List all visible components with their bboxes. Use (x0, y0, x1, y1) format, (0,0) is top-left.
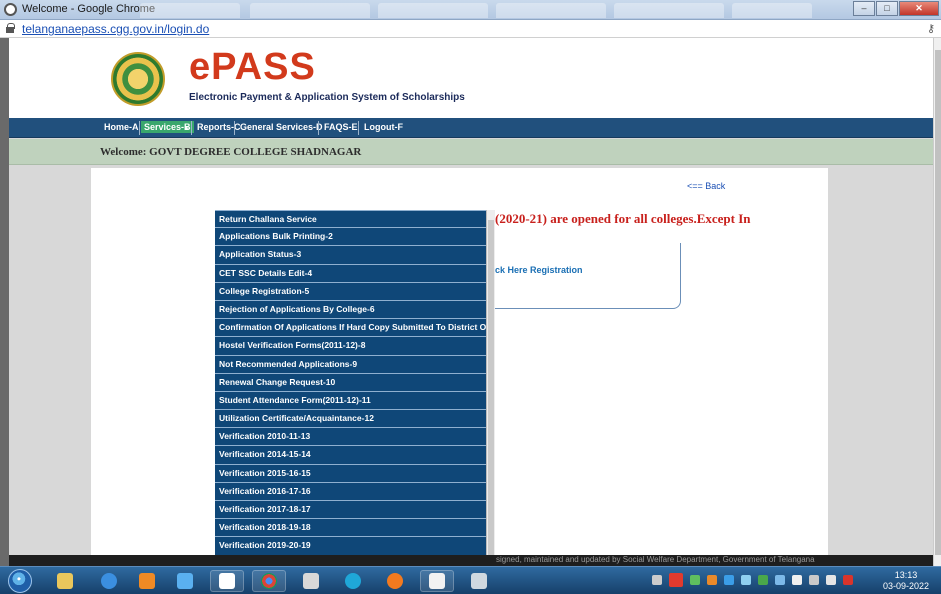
brand-title: ePASS (189, 46, 316, 88)
volume-icon[interactable] (826, 575, 836, 585)
notice-text: (2020-21) are opened for all colleges.Ex… (495, 211, 751, 226)
maximize-button[interactable]: □ (876, 1, 898, 16)
services-menu-item[interactable]: Verification 2017-18-17 (215, 501, 486, 520)
site-header: ePASS Electronic Payment & Application S… (9, 38, 933, 118)
services-menu-item[interactable]: Application Status-3 (215, 246, 486, 265)
taskbar-clock[interactable]: 13:13 03-09-2022 (883, 570, 929, 592)
antivirus-icon[interactable] (843, 575, 853, 585)
tray-icon[interactable] (758, 575, 768, 585)
key-icon[interactable]: ⚷ (927, 22, 935, 35)
welcome-text: Welcome: GOVT DEGREE COLLEGE SHADNAGAR (100, 146, 362, 158)
clock-time: 13:13 (894, 570, 918, 580)
brand-tagline: Electronic Payment & Application System … (189, 92, 465, 103)
tray-icon[interactable] (652, 575, 662, 585)
calculator-icon[interactable] (294, 570, 328, 592)
nav-logout[interactable]: Logout-F (361, 121, 406, 133)
services-menu-item[interactable]: Applications Bulk Printing-2 (215, 228, 486, 247)
services-dropdown-menu: Return Challana Service Applications Bulk… (215, 210, 486, 566)
tray-icon[interactable] (741, 575, 751, 585)
services-menu-item[interactable]: Verification 2016-17-16 (215, 482, 486, 501)
tray-icon[interactable] (707, 575, 717, 585)
paint-icon[interactable] (462, 570, 496, 592)
services-menu-item[interactable]: Rejection of Applications By College-6 (215, 300, 486, 320)
address-bar[interactable]: telanganaepass.cgg.gov.in/login.do ⚷ (0, 20, 941, 38)
services-menu-item[interactable]: Confirmation Of Applications If Hard Cop… (215, 319, 486, 338)
nav-separator (191, 121, 192, 135)
start-button[interactable] (8, 569, 32, 593)
telangana-emblem-logo (111, 52, 165, 106)
clock-date: 03-09-2022 (882, 581, 929, 591)
page-footer: signed, maintained and updated by Social… (9, 555, 933, 566)
lock-icon (6, 23, 15, 33)
services-menu-item[interactable]: Verification 2019-20-19 (215, 537, 486, 556)
nav-home[interactable]: Home-A (101, 121, 142, 133)
menu-scrollbar[interactable] (486, 210, 495, 566)
window-title: Welcome - Google Chrome (22, 3, 156, 15)
system-tray (652, 573, 853, 587)
media-player-icon[interactable] (130, 570, 164, 592)
window-left-edge (0, 38, 9, 566)
browser-tab[interactable] (496, 3, 606, 18)
tray-icon[interactable] (775, 575, 785, 585)
network-icon[interactable] (809, 575, 819, 585)
browser-tab[interactable] (140, 3, 240, 18)
firefox-icon[interactable] (378, 570, 412, 592)
browser-tab[interactable] (732, 3, 812, 18)
chrome-icon (4, 3, 17, 16)
services-menu-item[interactable]: CET SSC Details Edit-4 (215, 264, 486, 283)
footer-text: signed, maintained and updated by Social… (496, 555, 815, 564)
services-menu-item[interactable]: Student Attendance Form(2011-12)-11 (215, 391, 486, 411)
nav-separator (318, 121, 319, 135)
tray-icon[interactable] (724, 575, 734, 585)
registration-box (481, 243, 681, 309)
back-link[interactable]: <== Back (687, 181, 725, 191)
network-app-icon[interactable] (168, 570, 202, 592)
file-explorer-icon[interactable] (48, 570, 82, 592)
close-button[interactable]: ✕ (899, 1, 939, 16)
welcome-bar: Welcome: GOVT DEGREE COLLEGE SHADNAGAR (9, 139, 933, 165)
calendar-app-icon[interactable] (210, 570, 244, 592)
services-menu-item[interactable]: Renewal Change Request-10 (215, 373, 486, 392)
chrome-taskbar-icon[interactable] (252, 570, 286, 592)
page-viewport: ePASS Electronic Payment & Application S… (9, 38, 933, 566)
internet-explorer-icon[interactable] (92, 570, 126, 592)
tray-icon[interactable] (690, 575, 700, 585)
nav-separator (139, 121, 140, 135)
browser-tab[interactable] (378, 3, 488, 18)
window-controls: – □ ✕ (853, 1, 939, 16)
window-titlebar: Welcome - Google Chrome – □ ✕ (0, 0, 941, 20)
services-menu-item[interactable]: Verification 2018-19-18 (215, 519, 486, 538)
url-text[interactable]: telanganaepass.cgg.gov.in/login.do (22, 22, 209, 36)
page-scrollbar[interactable] (933, 38, 941, 566)
word-icon[interactable] (420, 570, 454, 592)
main-nav: Home-A Services-B ▸ Reports-C General Se… (9, 118, 933, 138)
services-menu-item[interactable]: Verification 2014-15-14 (215, 446, 486, 465)
services-menu-item[interactable]: Verification 2015-16-15 (215, 464, 486, 483)
page-scrollbar-thumb[interactable] (935, 50, 941, 555)
minimize-button[interactable]: – (853, 1, 875, 16)
nav-faqs[interactable]: FAQS-E (321, 121, 361, 133)
flag-icon[interactable] (792, 575, 802, 585)
services-menu-item[interactable]: College Registration-5 (215, 282, 486, 301)
services-menu-item[interactable]: Not Recommended Applications-9 (215, 355, 486, 374)
services-menu-item[interactable]: Verification 2010-11-13 (215, 428, 486, 447)
services-menu-item[interactable]: Utilization Certificate/Acquaintance-12 (215, 410, 486, 429)
menu-scrollbar-thumb[interactable] (488, 220, 494, 556)
tray-alert-icon[interactable] (669, 573, 683, 587)
services-menu-item[interactable]: Hostel Verification Forms(2011-12)-8 (215, 337, 486, 356)
browser-tab[interactable] (250, 3, 370, 18)
taskbar: 13:13 03-09-2022 (0, 566, 941, 594)
nav-general-services[interactable]: General Services-D (237, 121, 326, 133)
registration-link[interactable]: ck Here Registration (495, 265, 583, 275)
nav-separator (358, 121, 359, 135)
edge-icon[interactable] (336, 570, 370, 592)
nav-separator (234, 121, 235, 135)
browser-tab[interactable] (614, 3, 724, 18)
services-menu-item[interactable]: Return Challana Service (215, 210, 486, 229)
